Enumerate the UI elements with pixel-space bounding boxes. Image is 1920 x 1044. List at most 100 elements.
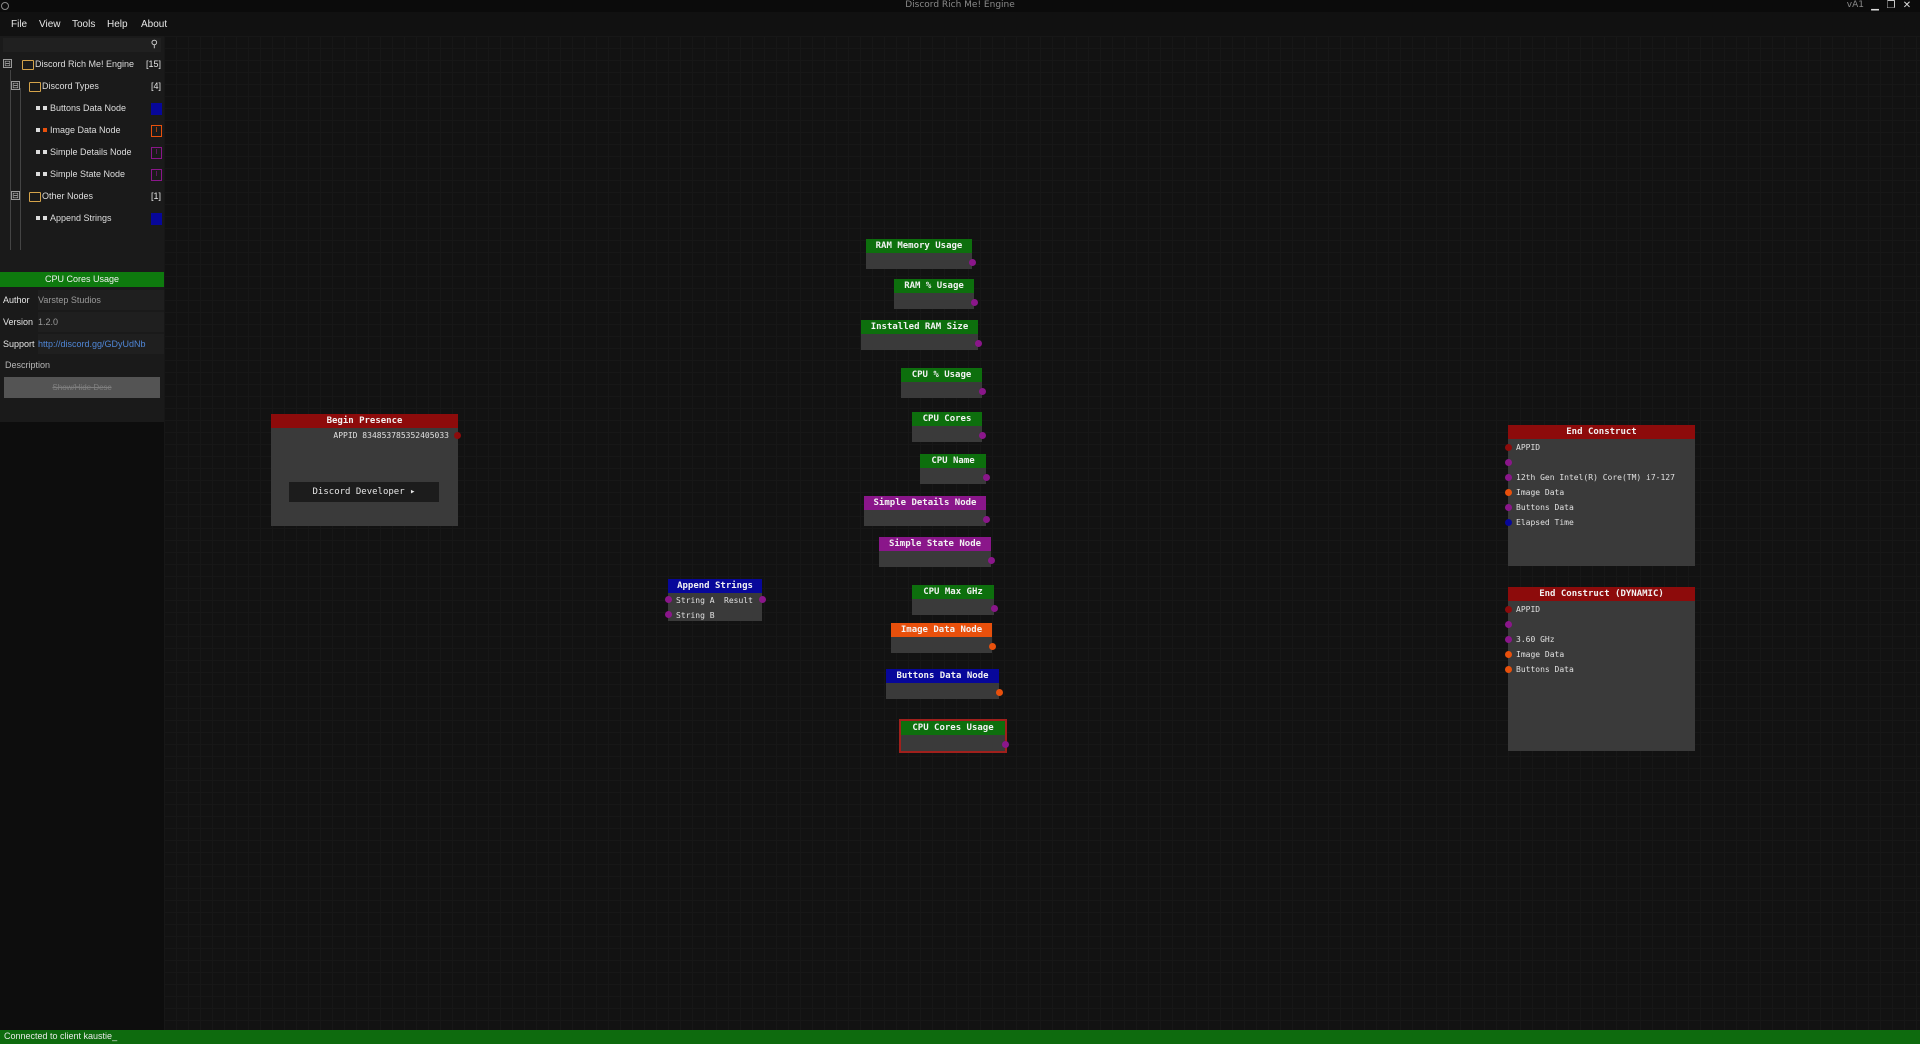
begin-presence-node[interactable]: Begin Presence APPID 834853785352405033 … (271, 414, 461, 526)
input-label-state: 12th Gen Intel(R) Core(TM) i7-127 (1516, 473, 1675, 482)
output-pin[interactable] (983, 474, 990, 481)
node-header: CPU Max GHz (912, 585, 994, 599)
cpu-cores-node[interactable]: CPU Cores (912, 412, 986, 442)
node-header: End Construct (1508, 425, 1695, 439)
tree-root-count: [15] (145, 59, 161, 69)
ram-memory-usage-node[interactable]: RAM Memory Usage (866, 239, 976, 269)
tree-group-discord-types[interactable]: ⊟ Discord Types [4] (0, 77, 164, 95)
input-pin-details[interactable] (1505, 621, 1512, 628)
input-pin-elapsed-time[interactable] (1505, 519, 1512, 526)
tree-group-count: [4] (150, 81, 161, 91)
tree-root[interactable]: ⊟ Discord Rich Me! Engine [15] (0, 55, 164, 73)
discord-developer-button[interactable]: Discord Developer ▸ (289, 482, 439, 502)
simple-state-node[interactable]: Simple State Node (879, 537, 995, 567)
buttons-data-node[interactable]: Buttons Data Node (886, 669, 1003, 699)
input-pin-string-a[interactable] (665, 596, 672, 603)
input-pin-appid[interactable] (1505, 606, 1512, 613)
tree-item-simple-state-node[interactable]: Simple State Node I (0, 165, 164, 183)
cpu-percent-usage-node[interactable]: CPU % Usage (901, 368, 986, 398)
status-bar: Connected to client kaustie_ (0, 1030, 1920, 1044)
input-pin-string-b[interactable] (665, 611, 672, 618)
tree-item-label: Image Data Node (50, 125, 121, 135)
node-header: Simple Details Node (864, 496, 986, 510)
close-icon[interactable]: ✕ (1900, 0, 1914, 12)
input-pin-details[interactable] (1505, 459, 1512, 466)
tree-item-label: Simple Details Node (50, 147, 132, 157)
input-pin-appid[interactable] (1505, 444, 1512, 451)
installed-ram-size-node[interactable]: Installed RAM Size (861, 320, 982, 350)
menu-view[interactable]: View (39, 19, 61, 30)
tree-group-label: Other Nodes (42, 191, 94, 201)
menu-help[interactable]: Help (107, 19, 128, 30)
node-header: RAM % Usage (894, 279, 974, 293)
menu-file[interactable]: File (11, 19, 27, 30)
output-pin[interactable] (454, 432, 461, 439)
output-pin[interactable] (979, 388, 986, 395)
output-pin[interactable] (989, 643, 996, 650)
output-pin[interactable] (969, 259, 976, 266)
input-pin-state[interactable] (1505, 636, 1512, 643)
search-icon[interactable]: ⚲ (151, 38, 158, 52)
tree-group-other-nodes[interactable]: ⊟ Other Nodes [1] (0, 187, 164, 205)
node-dot-icon (43, 106, 47, 110)
node-dot-icon (36, 150, 40, 154)
node-dot-icon (43, 216, 47, 220)
restore-icon[interactable]: ❐ (1884, 0, 1898, 12)
output-pin[interactable] (988, 557, 995, 564)
collapse-icon[interactable]: ⊟ (11, 191, 20, 200)
cpu-max-ghz-node[interactable]: CPU Max GHz (912, 585, 998, 615)
output-pin[interactable] (975, 340, 982, 347)
status-text: Connected to client kaustie_ (4, 1031, 118, 1041)
cpu-name-node[interactable]: CPU Name (920, 454, 990, 484)
node-color-chip: I (151, 169, 162, 181)
input-pin-buttons-data[interactable] (1505, 666, 1512, 673)
property-value: 1.2.0 (38, 312, 164, 332)
string-b-label: String B (676, 611, 715, 620)
tree-item-append-strings[interactable]: Append Strings (0, 209, 164, 227)
tree-item-buttons-data-node[interactable]: Buttons Data Node (0, 99, 164, 117)
input-pin-buttons-data[interactable] (1505, 504, 1512, 511)
output-pin[interactable] (1002, 741, 1009, 748)
tree-item-simple-details-node[interactable]: Simple Details Node I (0, 143, 164, 161)
end-construct-node[interactable]: End Construct APPID 12th Gen Intel(R) Co… (1505, 425, 1695, 566)
tree-item-label: Simple State Node (50, 169, 126, 179)
show-hide-description-button[interactable]: Show/Hide Desc (4, 377, 160, 398)
property-key: Version (3, 317, 34, 327)
cpu-cores-usage-node[interactable]: CPU Cores Usage (899, 719, 1009, 753)
node-dot-icon (43, 128, 47, 132)
menu-about[interactable]: About (141, 19, 167, 30)
ram-percent-usage-node[interactable]: RAM % Usage (894, 279, 978, 309)
node-color-chip: I (151, 147, 162, 159)
output-pin[interactable] (991, 605, 998, 612)
search-input[interactable]: ⚲ (3, 38, 161, 52)
author-value: Varstep Studios (38, 295, 101, 305)
input-pin-image-data[interactable] (1505, 651, 1512, 658)
simple-details-node[interactable]: Simple Details Node (864, 496, 990, 526)
tree-group-label: Discord Types (42, 81, 99, 91)
collapse-icon[interactable]: ⊟ (3, 59, 12, 68)
output-pin[interactable] (983, 516, 990, 523)
collapse-icon[interactable]: ⊟ (11, 81, 20, 90)
image-data-node[interactable]: Image Data Node (891, 623, 996, 653)
version-value: 1.2.0 (38, 317, 59, 327)
output-pin[interactable] (996, 689, 1003, 696)
output-pin-result[interactable] (759, 596, 766, 603)
tree-item-image-data-node[interactable]: Image Data Node I (0, 121, 164, 139)
menu-tools[interactable]: Tools (72, 19, 95, 30)
append-strings-node[interactable]: Append Strings String A Result String B (665, 579, 766, 621)
input-label-elapsed-time: Elapsed Time (1516, 518, 1574, 527)
end-construct-dynamic-node[interactable]: End Construct (DYNAMIC) APPID 3.60 GHz I… (1505, 587, 1695, 751)
input-pin-state[interactable] (1505, 474, 1512, 481)
minimize-icon[interactable]: ▁ (1868, 0, 1882, 12)
output-pin[interactable] (979, 432, 986, 439)
node-color-chip (151, 213, 162, 225)
window-title: Discord Rich Me! Engine (905, 0, 1015, 10)
support-link[interactable]: http://discord.gg/GDyUdNb (38, 339, 146, 349)
tree-root-label: Discord Rich Me! Engine (35, 59, 135, 69)
node-canvas[interactable]: Begin Presence APPID 834853785352405033 … (164, 36, 1920, 1030)
input-pin-image-data[interactable] (1505, 489, 1512, 496)
property-version: Version 1.2.0 (0, 312, 164, 332)
node-header: CPU Cores (912, 412, 982, 426)
menu-bar: File View Tools Help About (0, 15, 1920, 36)
output-pin[interactable] (971, 299, 978, 306)
